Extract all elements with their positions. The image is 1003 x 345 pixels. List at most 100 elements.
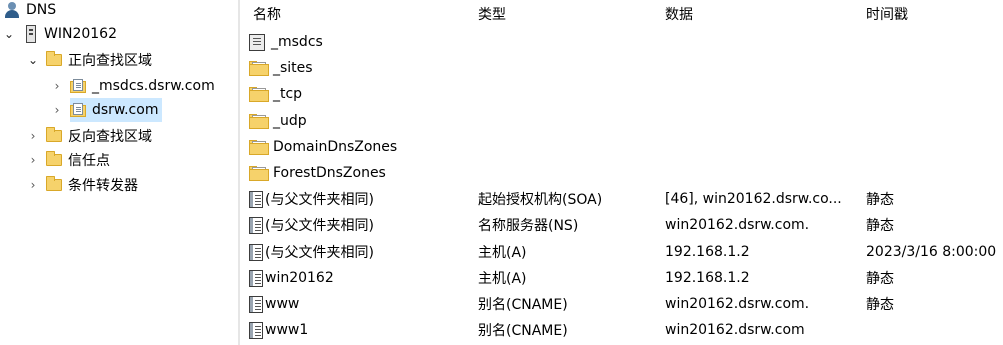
record-type: 名称服务器(NS) bbox=[478, 218, 579, 234]
record-row[interactable]: DomainDnsZones bbox=[240, 134, 1003, 160]
zone-icon bbox=[70, 78, 86, 94]
record-name: DomainDnsZones bbox=[273, 139, 398, 155]
tree-node-forward-zones[interactable]: ⌄ 正向查找区域 bbox=[26, 48, 152, 72]
record-row[interactable]: _tcp bbox=[240, 81, 1003, 107]
record-timestamp bbox=[866, 160, 1003, 186]
record-timestamp: 静态 bbox=[866, 271, 894, 287]
tree-node-reverse-zones[interactable]: › 反向查找区域 bbox=[26, 124, 152, 148]
tree-node-label: 信任点 bbox=[68, 153, 110, 169]
record-icon bbox=[249, 295, 263, 313]
record-name-cell: www1 bbox=[249, 317, 474, 343]
record-type: 主机(A) bbox=[478, 245, 527, 261]
dns-manager-icon bbox=[4, 2, 20, 18]
record-data bbox=[665, 29, 860, 55]
chevron-down-icon[interactable]: ⌄ bbox=[2, 22, 16, 46]
record-name-cell: (与父文件夹相同) bbox=[249, 239, 474, 265]
record-type: 别名(CNAME) bbox=[478, 323, 568, 339]
record-row[interactable]: _sites bbox=[240, 55, 1003, 81]
record-name-cell: _msdcs bbox=[249, 29, 474, 55]
record-type bbox=[478, 29, 663, 55]
column-header-data[interactable]: 数据 bbox=[665, 0, 860, 28]
tree-node-dns[interactable]: DNS bbox=[4, 0, 56, 22]
tree-node-label: 正向查找区域 bbox=[68, 53, 152, 69]
record-data bbox=[665, 108, 860, 134]
record-row[interactable]: (与父文件夹相同) 起始授权机构(SOA) [46], win20162.dsrw.… bbox=[240, 186, 1003, 212]
tree-node-server[interactable]: ⌄ WIN20162 bbox=[2, 22, 117, 46]
subzone-icon bbox=[249, 33, 267, 51]
record-timestamp: 静态 bbox=[866, 297, 894, 313]
record-row[interactable]: _msdcs bbox=[240, 29, 1003, 55]
record-name: (与父文件夹相同) bbox=[265, 245, 374, 261]
folder-icon bbox=[46, 51, 62, 66]
selected-node-highlight[interactable]: dsrw.com bbox=[70, 98, 163, 122]
record-data bbox=[665, 55, 860, 81]
record-data: win20162.dsrw.com. bbox=[665, 217, 810, 233]
record-timestamp bbox=[866, 81, 1003, 107]
folder-icon bbox=[46, 127, 62, 142]
record-timestamp bbox=[866, 29, 1003, 55]
record-timestamp bbox=[866, 134, 1003, 160]
column-header-label: 类型 bbox=[478, 7, 506, 23]
chevron-right-icon[interactable]: › bbox=[26, 148, 40, 172]
column-header-label: 名称 bbox=[253, 7, 281, 23]
tree-node-zone-dsrw[interactable]: › dsrw.com bbox=[50, 98, 163, 122]
column-header-label: 时间戳 bbox=[866, 7, 908, 23]
record-name-cell: ForestDnsZones bbox=[249, 160, 474, 186]
column-header-name[interactable]: 名称 bbox=[253, 0, 473, 28]
record-data: 192.168.1.2 bbox=[665, 270, 750, 286]
folder-icon bbox=[249, 165, 269, 181]
record-name-cell: DomainDnsZones bbox=[249, 134, 474, 160]
tree-node-zone-msdcs[interactable]: › _msdcs.dsrw.com bbox=[50, 74, 215, 98]
record-icon bbox=[249, 243, 263, 261]
record-name: _sites bbox=[273, 60, 313, 76]
record-data bbox=[665, 160, 860, 186]
record-data: 192.168.1.2 bbox=[665, 244, 750, 260]
chevron-down-icon[interactable]: ⌄ bbox=[26, 48, 40, 72]
folder-icon bbox=[46, 176, 62, 191]
record-timestamp bbox=[866, 317, 1003, 343]
record-name: (与父文件夹相同) bbox=[265, 192, 374, 208]
folder-icon bbox=[249, 60, 269, 76]
record-row[interactable]: win20162 主机(A) 192.168.1.2 静态 bbox=[240, 265, 1003, 291]
tree-node-trust-points[interactable]: › 信任点 bbox=[26, 148, 110, 172]
column-header-type[interactable]: 类型 bbox=[478, 0, 663, 28]
server-icon bbox=[26, 25, 36, 43]
record-type: 主机(A) bbox=[478, 271, 527, 287]
record-data: win20162.dsrw.com bbox=[665, 322, 805, 338]
record-type: 别名(CNAME) bbox=[478, 297, 568, 313]
record-icon bbox=[249, 269, 263, 287]
record-name: www1 bbox=[265, 322, 309, 338]
chevron-right-icon[interactable]: › bbox=[50, 74, 64, 98]
record-data bbox=[665, 134, 860, 160]
record-row[interactable]: (与父文件夹相同) 主机(A) 192.168.1.2 2023/3/16 8:00:… bbox=[240, 239, 1003, 265]
folder-icon bbox=[249, 113, 269, 129]
record-row[interactable]: www1 别名(CNAME) win20162.dsrw.com bbox=[240, 317, 1003, 343]
record-name-cell: win20162 bbox=[249, 265, 474, 291]
record-row[interactable]: _udp bbox=[240, 108, 1003, 134]
chevron-right-icon[interactable]: › bbox=[26, 124, 40, 148]
record-name-cell: _sites bbox=[249, 55, 474, 81]
record-name-cell: (与父文件夹相同) bbox=[249, 212, 474, 238]
record-row[interactable]: www 别名(CNAME) win20162.dsrw.com. 静态 bbox=[240, 291, 1003, 317]
record-name: ForestDnsZones bbox=[273, 165, 386, 181]
tree-node-label: 反向查找区域 bbox=[68, 129, 152, 145]
folder-icon bbox=[249, 86, 269, 102]
tree-node-forwarders[interactable]: › 条件转发器 bbox=[26, 173, 138, 197]
column-header-timestamp[interactable]: 时间戳 bbox=[866, 0, 1003, 28]
record-row[interactable]: (与父文件夹相同) 名称服务器(NS) win20162.dsrw.com. 静态 bbox=[240, 212, 1003, 238]
record-name: www bbox=[265, 296, 300, 312]
record-row[interactable]: ForestDnsZones bbox=[240, 160, 1003, 186]
tree-node-label: _msdcs.dsrw.com bbox=[92, 78, 215, 94]
record-data: [46], win20162.dsrw.co... bbox=[665, 191, 842, 207]
record-type bbox=[478, 108, 663, 134]
zone-icon bbox=[70, 102, 86, 118]
chevron-right-icon[interactable]: › bbox=[50, 98, 64, 122]
chevron-right-icon[interactable]: › bbox=[26, 173, 40, 197]
console-tree: DNS ⌄ WIN20162 ⌄ 正向查找区域 › _msdcs.dsrw.co… bbox=[0, 0, 238, 345]
record-data: win20162.dsrw.com. bbox=[665, 296, 810, 312]
tree-node-label: WIN20162 bbox=[44, 26, 117, 42]
tree-node-label: DNS bbox=[26, 2, 57, 18]
record-data bbox=[665, 81, 860, 107]
record-name-cell: _udp bbox=[249, 108, 474, 134]
column-header-label: 数据 bbox=[665, 7, 693, 23]
